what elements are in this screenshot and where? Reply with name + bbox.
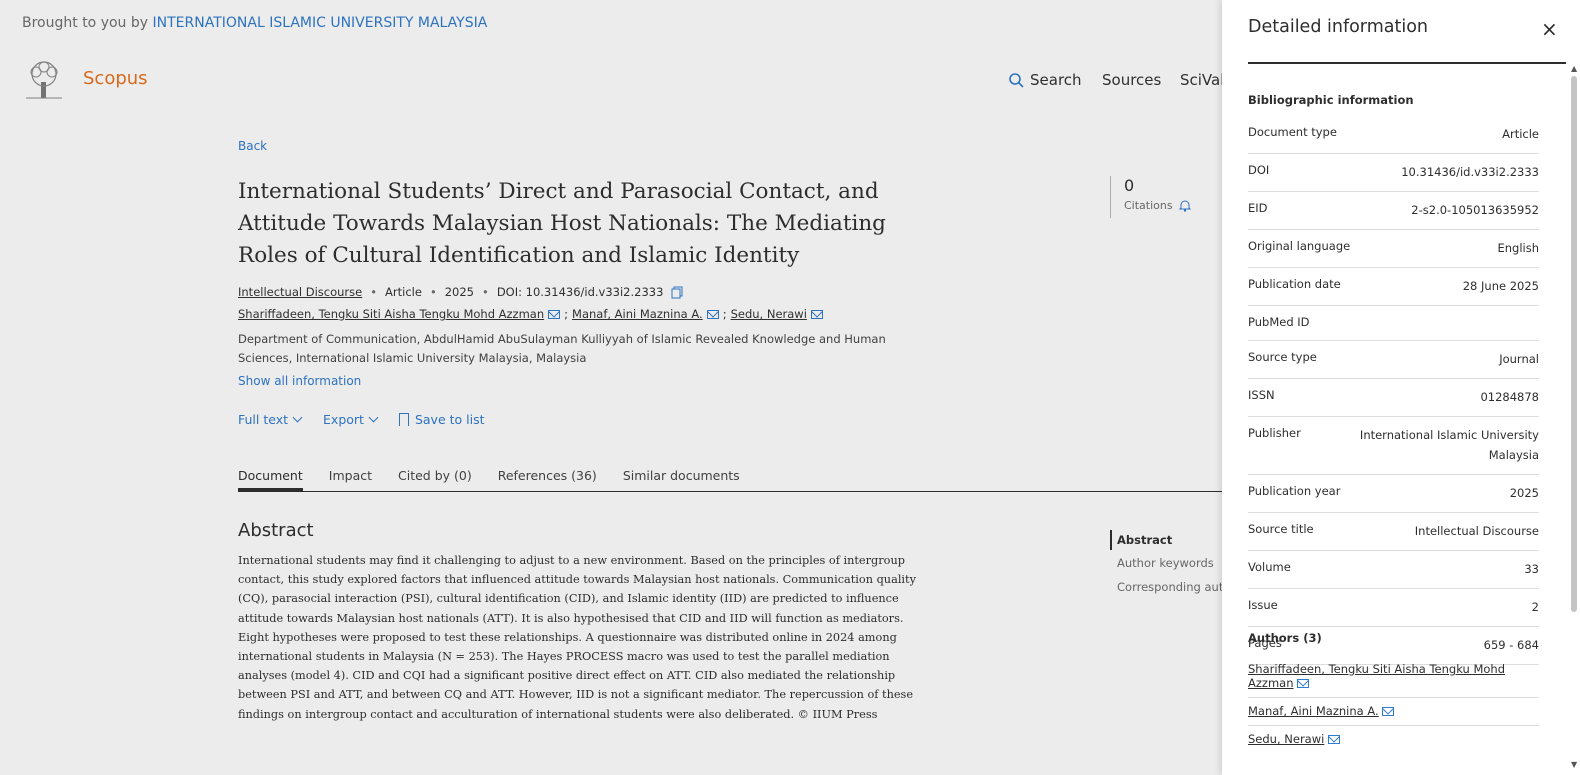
panel-divider xyxy=(1248,62,1566,64)
author-link[interactable]: Manaf, Aini Maznina A. xyxy=(1248,704,1379,718)
table-row: Publisher International Islamic Universit… xyxy=(1248,417,1539,475)
table-row: DOI 10.31436/id.v33i2.2333 xyxy=(1248,154,1539,192)
scrollbar-thumb[interactable] xyxy=(1571,76,1577,612)
author-link[interactable]: Shariffadeen, Tengku Siti Aisha Tengku M… xyxy=(1248,662,1505,690)
panel-title: Detailed information xyxy=(1248,17,1428,37)
mail-icon[interactable] xyxy=(1297,679,1310,688)
table-row: ISSN 01284878 xyxy=(1248,379,1539,417)
table-row: Publication year 2025 xyxy=(1248,475,1539,513)
table-row: Document type Article xyxy=(1248,116,1539,154)
mail-icon[interactable] xyxy=(1327,735,1340,744)
panel-author-list: Shariffadeen, Tengku Siti Aisha Tengku M… xyxy=(1248,656,1539,753)
mail-icon[interactable] xyxy=(1382,707,1395,716)
authors-heading: Authors (3) xyxy=(1248,631,1322,645)
detailed-information-panel: Detailed information × ▲ ▼ Bibliographic… xyxy=(1222,0,1580,775)
list-item: Sedu, Nerawi xyxy=(1248,726,1539,753)
bibliographic-heading: Bibliographic information xyxy=(1248,93,1414,107)
table-row: EID 2-s2.0-105013635952 xyxy=(1248,192,1539,230)
scroll-down-icon[interactable]: ▼ xyxy=(1571,760,1577,769)
panel-scrollbar[interactable]: ▲ ▼ xyxy=(1568,64,1580,775)
table-row: Issue 2 xyxy=(1248,589,1539,627)
close-icon[interactable]: × xyxy=(1541,17,1558,41)
table-row: Publication date 28 June 2025 xyxy=(1248,268,1539,306)
list-item: Manaf, Aini Maznina A. xyxy=(1248,698,1539,726)
table-row: Source type Journal xyxy=(1248,341,1539,379)
table-row: Source title Intellectual Discourse xyxy=(1248,513,1539,551)
list-item: Shariffadeen, Tengku Siti Aisha Tengku M… xyxy=(1248,656,1539,698)
table-row: Volume 33 xyxy=(1248,551,1539,589)
scroll-up-icon[interactable]: ▲ xyxy=(1571,64,1577,73)
author-link[interactable]: Sedu, Nerawi xyxy=(1248,732,1324,746)
table-row: PubMed ID xyxy=(1248,306,1539,341)
bibliographic-table: Document type Article DOI 10.31436/id.v33i… xyxy=(1248,116,1539,665)
table-row: Original language English xyxy=(1248,230,1539,268)
